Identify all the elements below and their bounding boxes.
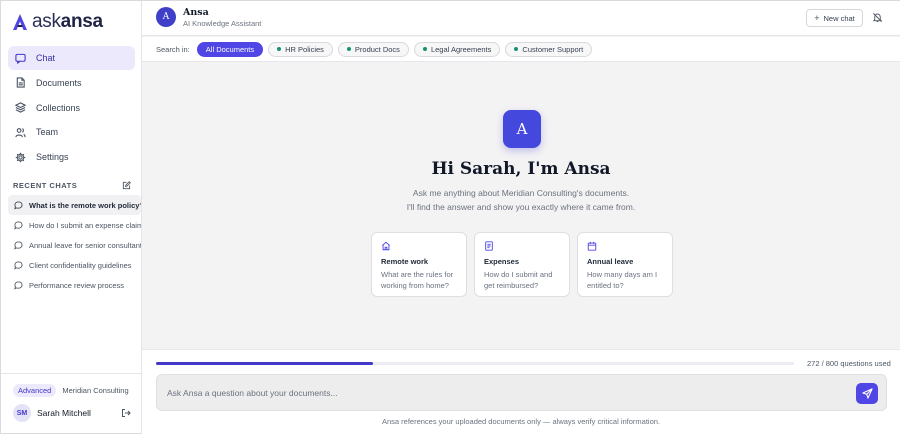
card-body: How do I submit and get reimbursed? xyxy=(484,270,553,290)
send-icon xyxy=(861,388,873,399)
sidebar-item-team[interactable]: Team xyxy=(8,120,135,144)
filter-chip-all-documents[interactable]: All Documents xyxy=(196,41,264,57)
recent-chats-header: RECENT CHATS xyxy=(13,181,131,190)
chat-icon xyxy=(14,52,26,64)
chat-bubble-icon xyxy=(14,220,23,229)
assistant-subtitle: AI Knowledge Assistant xyxy=(183,19,262,28)
status-dot-icon xyxy=(422,47,427,51)
recent-chat-label: What is the remote work policy? xyxy=(29,200,141,210)
recent-chat-item[interactable]: What is the remote work policy? xyxy=(8,195,141,215)
recent-chat-item[interactable]: Performance review process xyxy=(8,275,141,295)
suggestion-card-annual-leave[interactable]: Annual leave How many days am I entitled… xyxy=(577,232,673,297)
calendar-icon xyxy=(587,241,597,251)
user-name: Sarah Mitchell xyxy=(37,408,91,418)
gear-icon xyxy=(14,151,26,163)
sidebar-item-settings[interactable]: Settings xyxy=(8,145,135,169)
filter-chip-hr-policies[interactable]: HR Policies xyxy=(268,41,333,57)
plan-badge: Advanced xyxy=(13,384,57,397)
search-scope-bar: Search in: All Documents HR Policies Pro… xyxy=(142,37,900,62)
status-dot-icon xyxy=(346,47,351,51)
brand-logo[interactable]: askansa xyxy=(12,11,103,33)
assistant-avatar: A xyxy=(156,7,176,27)
chat-bubble-icon xyxy=(14,240,23,249)
status-dot-icon xyxy=(277,47,282,51)
filter-chip-legal-agreements[interactable]: Legal Agreements xyxy=(413,41,501,57)
top-bar: A Ansa AI Knowledge Assistant + New chat xyxy=(142,1,900,36)
composer-box xyxy=(156,374,887,411)
filter-chip-customer-support[interactable]: Customer Support xyxy=(505,41,593,57)
sidebar: askansa Chat Documents Collections Team … xyxy=(1,1,142,433)
disclaimer-text: Ansa references your uploaded documents … xyxy=(381,417,661,426)
recent-chats-list: What is the remote work policy? How do I… xyxy=(8,195,141,295)
usage-text: 272 / 800 questions used xyxy=(807,359,891,368)
recent-chats-title: RECENT CHATS xyxy=(13,181,78,190)
status-dot-icon xyxy=(514,47,519,51)
welcome-title: Hi Sarah, I'm Ansa xyxy=(431,159,611,179)
brand-name: askansa xyxy=(32,11,103,32)
sidebar-item-label: Collections xyxy=(36,102,81,113)
sidebar-item-label: Settings xyxy=(36,152,69,163)
question-input[interactable] xyxy=(167,385,817,401)
org-name: Meridian Consulting xyxy=(62,386,129,395)
ansa-logo-icon xyxy=(13,14,27,30)
main-panel: A Ansa AI Knowledge Assistant + New chat… xyxy=(142,1,900,434)
plan-row: Advanced Meridian Consulting xyxy=(13,384,129,397)
users-icon xyxy=(14,126,26,138)
layers-icon xyxy=(14,102,26,114)
card-title: Expenses xyxy=(484,257,520,266)
recent-chat-label: Performance review process xyxy=(29,280,125,290)
hero-logo: A xyxy=(503,110,541,148)
assistant-name: Ansa xyxy=(183,7,209,18)
card-body: What are the rules for working from home… xyxy=(381,270,454,290)
send-button[interactable] xyxy=(856,383,878,404)
new-chat-button[interactable]: + New chat xyxy=(806,9,863,27)
chat-bubble-icon xyxy=(14,280,23,289)
usage-progress-bar xyxy=(156,362,794,365)
recent-chat-item[interactable]: Annual leave for senior consultants xyxy=(8,235,141,255)
chat-bubble-icon xyxy=(14,260,23,269)
suggestion-card-expenses[interactable]: Expenses How do I submit and get reimbur… xyxy=(474,232,570,297)
welcome-line-1: Ask me anything about Meridian Consultin… xyxy=(412,188,630,198)
sidebar-item-chat[interactable]: Chat xyxy=(8,46,135,70)
recent-chat-label: Annual leave for senior consultants xyxy=(29,240,141,250)
compose-icon[interactable] xyxy=(122,181,131,190)
sidebar-item-label: Chat xyxy=(36,53,56,63)
recent-chat-item[interactable]: Client confidentiality guidelines xyxy=(8,255,141,275)
card-title: Remote work xyxy=(381,257,429,266)
suggestion-cards: Remote work What are the rules for worki… xyxy=(371,232,680,297)
plus-icon: + xyxy=(814,13,820,23)
sidebar-item-label: Team xyxy=(36,127,59,138)
avatar: SM xyxy=(13,404,31,422)
filter-chip-product-docs[interactable]: Product Docs xyxy=(337,41,409,57)
logout-icon[interactable] xyxy=(121,408,131,418)
sidebar-item-collections[interactable]: Collections xyxy=(8,96,135,120)
search-scope-label: Search in: xyxy=(156,44,190,54)
bell-off-icon[interactable] xyxy=(872,12,883,23)
usage-progress-fill xyxy=(156,362,373,365)
welcome-line-2: I'll find the answer and show you exactl… xyxy=(406,202,636,212)
document-icon xyxy=(14,77,26,89)
sidebar-item-documents[interactable]: Documents xyxy=(8,71,135,95)
recent-chat-label: How do I submit an expense claim? xyxy=(29,220,141,230)
user-profile[interactable]: SM Sarah Mitchell xyxy=(13,404,131,422)
sidebar-item-label: Documents xyxy=(36,77,82,88)
recent-chat-label: Client confidentiality guidelines xyxy=(29,260,132,270)
card-body: How many days am I entitled to? xyxy=(587,270,658,290)
new-chat-label: New chat xyxy=(823,13,855,23)
composer-area: 272 / 800 questions used Ansa references… xyxy=(142,349,900,434)
suggestion-card-remote-work[interactable]: Remote work What are the rules for worki… xyxy=(371,232,467,297)
sidebar-divider xyxy=(1,373,142,374)
home-icon xyxy=(381,241,391,251)
receipt-icon xyxy=(485,241,493,251)
sidebar-nav: Chat Documents Collections Team Settings xyxy=(8,46,135,170)
app-window: askansa Chat Documents Collections Team … xyxy=(0,0,900,434)
recent-chat-item[interactable]: How do I submit an expense claim? xyxy=(8,215,141,235)
chat-bubble-icon xyxy=(14,200,23,209)
card-title: Annual leave xyxy=(587,257,634,266)
welcome-subtitle: Ask me anything about Meridian Consultin… xyxy=(142,186,900,214)
